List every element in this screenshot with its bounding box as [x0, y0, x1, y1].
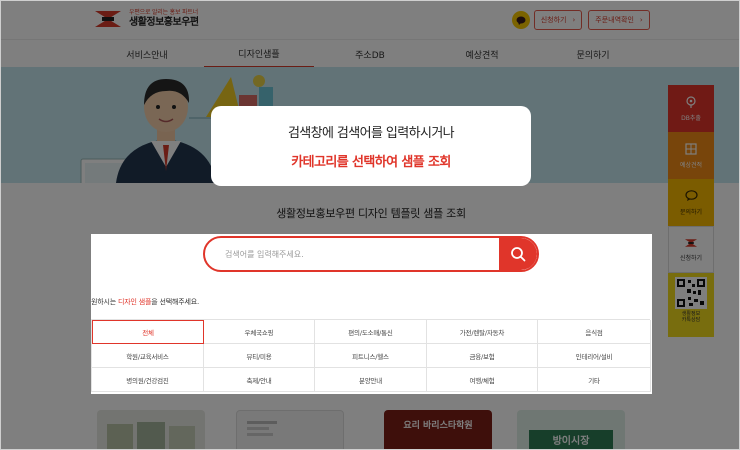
category-retail-telecom[interactable]: 편의/도소매/통신 — [315, 320, 427, 344]
side-item-db[interactable]: DB추출 — [668, 85, 714, 132]
category-real-estate[interactable]: 분양안내 — [315, 368, 427, 392]
category-hospital[interactable]: 병의원/건강검진 — [92, 368, 204, 392]
category-etc[interactable]: 기타 — [538, 368, 651, 392]
order-history-button[interactable]: 주문내역확인 › — [588, 10, 650, 30]
order-history-label: 주문내역확인 — [595, 16, 634, 24]
logo-mark-icon — [95, 11, 121, 27]
guide-highlight: 디자인 샘플 — [118, 298, 152, 306]
apply-button[interactable]: 신청하기 › — [534, 10, 582, 30]
tooltip-line-2: 카테고리를 선택하여 샘플 조회 — [291, 155, 451, 170]
category-grid: 전체 우체국쇼핑 편의/도소매/통신 가전/렌탈/자동차 음식점 학원/교육서비… — [91, 319, 651, 392]
category-guide-text: 원하시는 디자인 샘플을 선택해주세요. — [91, 297, 199, 307]
guide-tooltip: 검색창에 검색어를 입력하시거나 카테고리를 선택하여 샘플 조회 — [211, 106, 531, 186]
sample-thumbnail-image — [247, 421, 277, 436]
tooltip-line-1: 검색창에 검색어를 입력하시거나 — [287, 126, 455, 141]
chevron-right-icon: › — [572, 16, 576, 24]
category-festival[interactable]: 축제/안내 — [204, 368, 315, 392]
chat-icon — [684, 189, 698, 201]
search-box — [203, 236, 539, 272]
category-restaurant[interactable]: 음식점 — [538, 320, 651, 344]
kakao-qr-block[interactable]: 생활정보 카톡상담 — [668, 273, 714, 337]
side-item-label: 신청하기 — [679, 254, 703, 262]
logo-title: 생활정보홍보우편 — [129, 17, 199, 28]
nav-item-address-db[interactable]: 주소DB — [315, 40, 425, 68]
sample-thumbnail[interactable]: 방이시장 — [517, 410, 625, 449]
category-academy[interactable]: 학원/교육서비스 — [92, 344, 204, 368]
sample-thumbnail-caption: 방이시장 — [529, 430, 613, 449]
category-all[interactable]: 전체 — [92, 320, 204, 344]
page: 우편으로 알리는 홍보 파트너 생활정보홍보우편 신청하기 › 주문내역확인 › 서… — [0, 0, 740, 450]
guide-suffix: 을 선택해주세요. — [151, 298, 199, 306]
search-icon — [511, 247, 526, 262]
logo-mark-icon — [684, 238, 698, 247]
side-item-apply[interactable]: 신청하기 — [668, 226, 714, 273]
sample-thumbnail[interactable] — [97, 410, 205, 449]
kakao-talk-icon[interactable] — [512, 11, 530, 29]
category-interior[interactable]: 인테리어/설비 — [538, 344, 651, 368]
main-nav: 서비스안내 디자인샘플 주소DB 예상견적 문의하기 — [1, 39, 739, 68]
apply-button-label: 신청하기 — [540, 16, 567, 24]
sample-thumbnail[interactable]: 요리 바리스타학원 — [384, 410, 492, 449]
nav-item-estimate[interactable]: 예상견적 — [427, 40, 537, 68]
qr-caption: 생활정보 카톡상담 — [681, 311, 701, 323]
sample-thumbnail[interactable] — [236, 410, 344, 449]
side-item-estimate[interactable]: 예상견적 — [668, 132, 714, 179]
category-beauty[interactable]: 뷰티/미용 — [204, 344, 315, 368]
site-logo[interactable]: 우편으로 알리는 홍보 파트너 생활정보홍보우편 — [93, 9, 199, 29]
calculator-icon — [685, 142, 697, 155]
category-fitness[interactable]: 피트니스/헬스 — [315, 344, 427, 368]
search-input[interactable] — [205, 238, 501, 270]
qr-code-icon — [675, 277, 707, 309]
guide-prefix: 원하시는 — [91, 298, 118, 306]
nav-item-service[interactable]: 서비스안내 — [92, 40, 202, 68]
sample-thumbnail-image — [107, 422, 195, 449]
section-title: 생활정보홍보우편 디자인 템플릿 샘플 조회 — [276, 207, 466, 220]
location-pin-icon — [686, 95, 696, 108]
category-travel[interactable]: 여행/체험 — [427, 368, 538, 392]
side-item-label: 예상견적 — [679, 161, 703, 169]
category-post-shopping[interactable]: 우체국쇼핑 — [204, 320, 315, 344]
side-item-label: DB추출 — [681, 114, 701, 122]
nav-item-inquiry[interactable]: 문의하기 — [538, 40, 648, 68]
search-button[interactable] — [499, 238, 537, 270]
chevron-right-icon: › — [639, 16, 643, 24]
logo-tagline: 우편으로 알리는 홍보 파트너 — [129, 9, 198, 16]
sample-thumbnail-caption: 요리 바리스타학원 — [403, 421, 473, 431]
site-header: 우편으로 알리는 홍보 파트너 생활정보홍보우편 신청하기 › 주문내역확인 › — [1, 1, 739, 39]
category-appliance-car[interactable]: 가전/렌탈/자동차 — [427, 320, 538, 344]
category-finance[interactable]: 금융/보험 — [427, 344, 538, 368]
nav-item-design-sample[interactable]: 디자인샘플 — [204, 40, 314, 68]
sample-search-panel: 원하시는 디자인 샘플을 선택해주세요. 전체 우체국쇼핑 편의/도소매/통신 … — [91, 234, 652, 394]
